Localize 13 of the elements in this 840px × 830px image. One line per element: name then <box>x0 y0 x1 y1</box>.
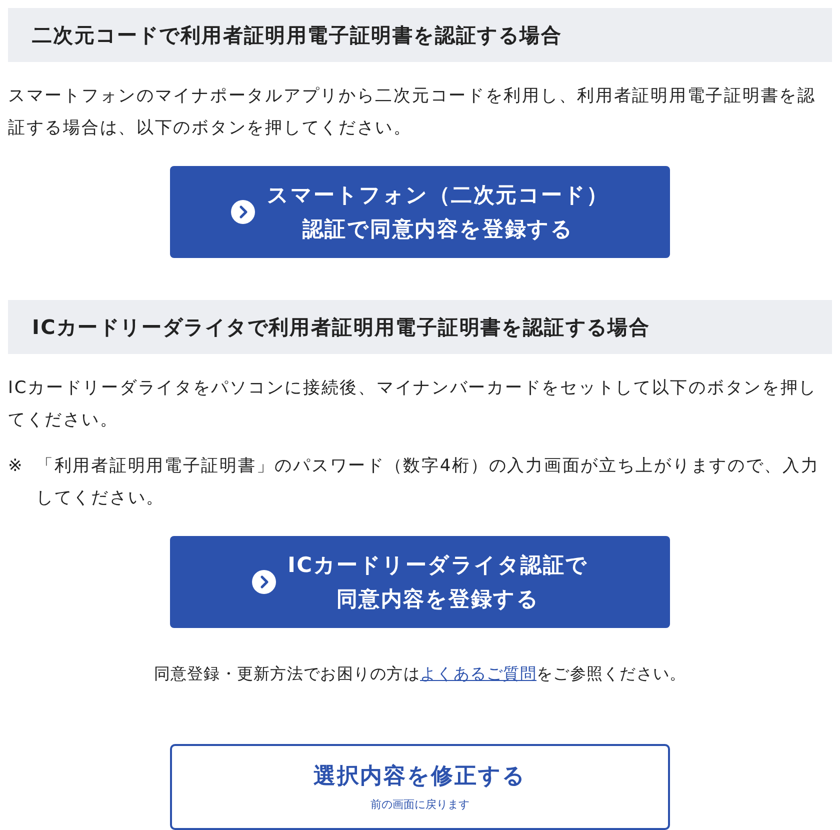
help-text: 同意登録・更新方法でお困りの方は よくあるご質問をご参照ください。 <box>152 663 688 685</box>
chevron-circle-icon <box>252 570 276 594</box>
instruction-text: スマートフォンのマイナポータルアプリから二次元コードを利用し、利用者証明用電子証明書を認証する場合は、以下のボタンを押してください。 <box>8 85 817 140</box>
section-heading: ICカードリーダライタで利用者証明用電子証明書を認証する場合 <box>8 300 832 354</box>
section-heading: 二次元コードで利用者証明用電子証明書を認証する場合 <box>8 8 832 62</box>
edit-selection-button[interactable]: 選択内容を修正する 前の画面に戻ります <box>170 744 670 830</box>
note-mark: ※ <box>8 455 25 478</box>
faq-link[interactable]: よくあるご質問 <box>420 664 536 683</box>
note-text: 「利用者証明用電子証明書」のパスワード（数字4桁）の入力画面が立ち上がりますので、入力してください。 <box>36 455 820 510</box>
register-button[interactable]: ICカードリーダライタ認証で 同意内容を登録する <box>170 536 670 628</box>
instruction-text: ICカードリーダライタをパソコンに接続後、マイナンバーカードをセットして以下のボタンを押してください。 <box>8 377 818 432</box>
chevron-circle-icon <box>231 200 256 224</box>
register-button[interactable]: スマートフォン（二次元コード） 認証で同意内容を登録する <box>170 166 670 258</box>
